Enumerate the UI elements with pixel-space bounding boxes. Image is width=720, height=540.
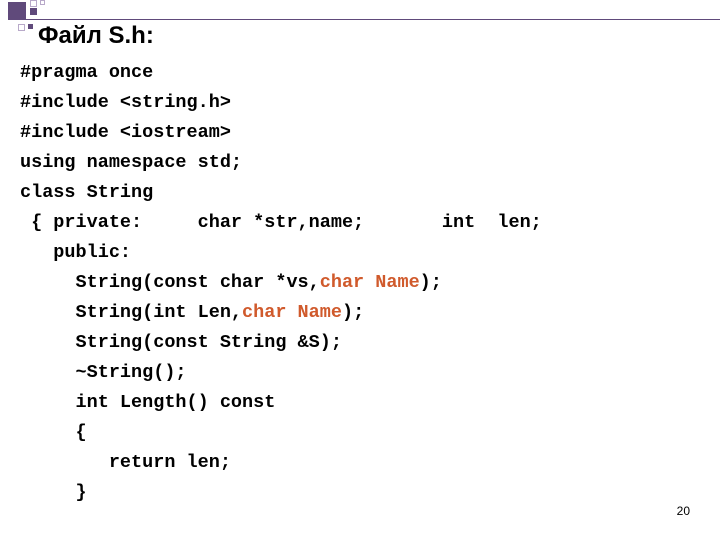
code-line: class String: [20, 182, 153, 203]
code-line: int Length() const: [20, 392, 275, 413]
code-line: #pragma once: [20, 62, 153, 83]
code-highlight: char Name: [320, 272, 420, 293]
code-line: #include <string.h>: [20, 92, 231, 113]
code-line: }: [20, 482, 87, 503]
code-line: String(const char *vs,: [20, 272, 320, 293]
code-line: ~String();: [20, 362, 187, 383]
code-line: { private: char *str,name; int len;: [20, 212, 542, 233]
code-line: using namespace std;: [20, 152, 242, 173]
code-line: );: [342, 302, 364, 323]
code-line: public:: [20, 242, 131, 263]
code-line: );: [420, 272, 442, 293]
code-line: #include <iostream>: [20, 122, 231, 143]
code-block: #pragma once #include <string.h> #includ…: [20, 58, 542, 508]
page-title: Файл S.h:: [38, 22, 154, 50]
code-line: String(const String &S);: [20, 332, 342, 353]
code-line: return len;: [20, 452, 231, 473]
code-highlight: char Name: [242, 302, 342, 323]
code-line: String(int Len,: [20, 302, 242, 323]
page-number: 20: [677, 504, 690, 518]
code-line: {: [20, 422, 87, 443]
